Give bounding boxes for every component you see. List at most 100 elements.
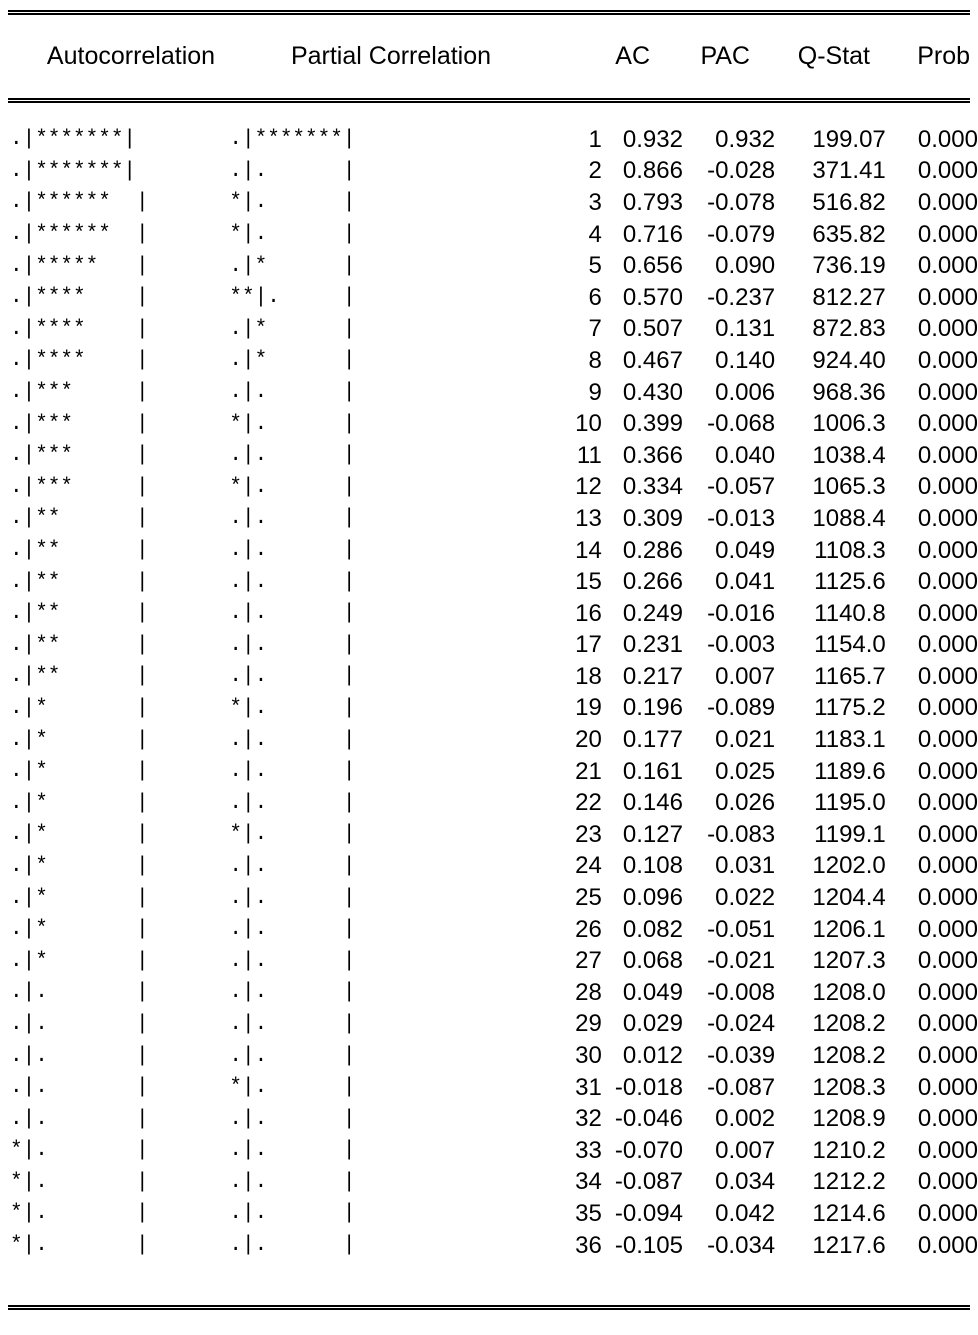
header-ac: AC	[615, 41, 650, 70]
q-stat-cell: 1208.0	[812, 978, 886, 1006]
lag-cell: 21	[575, 757, 602, 785]
pac-value-cell: 0.002	[715, 1105, 776, 1133]
pac-spark-cell: .|. |	[229, 381, 356, 405]
pac-spark-cell: .|. |	[229, 1234, 356, 1258]
pac-spark-cell: .|. |	[229, 1044, 356, 1068]
pac-value-cell: 0.041	[715, 568, 776, 596]
table-top-border	[8, 10, 970, 15]
ac-spark-cell: .|** |	[10, 507, 149, 531]
lag-cell: 33	[575, 1136, 602, 1164]
pac-value-cell: -0.068	[707, 410, 776, 438]
prob-cell: 0.000	[917, 441, 978, 469]
lag-cell: 23	[575, 820, 602, 848]
ac-value-cell: -0.046	[614, 1105, 683, 1133]
pac-value-cell: 0.049	[715, 536, 776, 564]
pac-value-cell: 0.026	[715, 789, 776, 817]
lag-cell: 19	[575, 694, 602, 722]
ac-value-cell: 0.161	[622, 757, 683, 785]
prob-cell: 0.000	[917, 1010, 978, 1038]
pac-value-cell: 0.131	[715, 315, 776, 343]
ac-value-cell: 0.399	[622, 410, 683, 438]
table-body: .|*******| .|*******| 1 0.932 0.932 199.07 0.0…	[0, 124, 978, 1261]
lag-cell: 8	[588, 346, 602, 374]
prob-cell: 0.000	[917, 852, 978, 880]
header-pac: PAC	[700, 41, 750, 70]
q-stat-cell: 1208.9	[812, 1105, 886, 1133]
lag-cell: 35	[575, 1199, 602, 1227]
pac-value-cell: -0.039	[707, 1042, 776, 1070]
q-stat-cell: 1175.2	[814, 694, 886, 722]
q-stat-cell: 1189.6	[814, 757, 886, 785]
q-stat-cell: 1154.0	[814, 631, 886, 659]
lag-cell: 11	[576, 441, 602, 469]
lag-cell: 3	[588, 188, 602, 216]
prob-cell: 0.000	[917, 631, 978, 659]
pac-spark-cell: .|. |	[229, 949, 356, 973]
q-stat-cell: 371.41	[812, 157, 886, 185]
ac-value-cell: 0.127	[622, 820, 683, 848]
ac-value-cell: 0.467	[622, 346, 683, 374]
pac-spark-cell: *|. |	[229, 412, 356, 436]
ac-spark-cell: .|** |	[10, 602, 149, 626]
ac-spark-cell: .|*** |	[10, 412, 149, 436]
q-stat-cell: 1208.2	[812, 1010, 886, 1038]
lag-cell: 24	[575, 852, 602, 880]
q-stat-cell: 1183.1	[814, 726, 886, 754]
pac-value-cell: -0.087	[707, 1073, 776, 1101]
lag-cell: 32	[575, 1105, 602, 1133]
lag-cell: 1	[588, 125, 602, 153]
prob-cell: 0.000	[917, 978, 978, 1006]
lag-cell: 22	[575, 789, 602, 817]
table-row: .|*** | .|. | 9 0.430 0.006 968.36 0.000	[0, 377, 978, 409]
pac-spark-cell: *|. |	[229, 475, 356, 499]
prob-cell: 0.000	[917, 694, 978, 722]
table-row: .|**** | .|* | 7 0.507 0.131 872.83 0.000	[0, 314, 978, 346]
pac-value-cell: -0.008	[707, 978, 776, 1006]
pac-spark-cell: *|. |	[229, 191, 356, 215]
pac-value-cell: -0.034	[707, 1231, 776, 1259]
ac-spark-cell: .|* |	[10, 791, 149, 815]
pac-spark-cell: **|. |	[229, 286, 356, 310]
q-stat-cell: 1207.3	[812, 947, 886, 975]
lag-cell: 31	[575, 1073, 602, 1101]
q-stat-cell: 872.83	[812, 315, 886, 343]
table-bottom-border	[8, 1305, 970, 1310]
ac-value-cell: 0.049	[622, 978, 683, 1006]
header-prob: Prob	[917, 41, 970, 70]
q-stat-cell: 1210.2	[812, 1136, 886, 1164]
prob-cell: 0.000	[917, 789, 978, 817]
table-row: .|****** | *|. | 4 0.716 -0.079 635.82 0.000	[0, 219, 978, 251]
pac-spark-cell: .|. |	[229, 1107, 356, 1131]
ac-spark-cell: .|. |	[10, 1044, 149, 1068]
pac-value-cell: 0.932	[715, 125, 776, 153]
pac-value-cell: 0.025	[715, 757, 776, 785]
pac-value-cell: -0.013	[707, 504, 776, 532]
ac-spark-cell: .|***** |	[10, 254, 149, 278]
q-stat-cell: 968.36	[812, 378, 886, 406]
ac-spark-cell: .|* |	[10, 696, 149, 720]
table-row: .|** | .|. | 16 0.249 -0.016 1140.8 0.000	[0, 598, 978, 630]
prob-cell: 0.000	[917, 568, 978, 596]
pac-spark-cell: .|. |	[229, 507, 356, 531]
ac-spark-cell: .|**** |	[10, 349, 149, 373]
lag-cell: 13	[575, 504, 602, 532]
prob-cell: 0.000	[917, 188, 978, 216]
q-stat-cell: 1088.4	[812, 504, 886, 532]
ac-value-cell: 0.507	[622, 315, 683, 343]
pac-value-cell: 0.022	[715, 884, 776, 912]
ac-spark-cell: .|** |	[10, 539, 149, 563]
table-row: .|. | .|. | 28 0.049 -0.008 1208.0 0.000	[0, 977, 978, 1009]
table-header-row: Autocorrelation Partial Correlation AC P…	[0, 36, 978, 76]
prob-cell: 0.000	[917, 915, 978, 943]
q-stat-cell: 1214.6	[812, 1199, 886, 1227]
q-stat-cell: 1108.3	[814, 536, 886, 564]
lag-cell: 26	[575, 915, 602, 943]
table-row: .|* | *|. | 19 0.196 -0.089 1175.2 0.000	[0, 693, 978, 725]
ac-spark-cell: .|* |	[10, 760, 149, 784]
pac-value-cell: 0.007	[715, 1136, 776, 1164]
table-row: .|**** | .|* | 8 0.467 0.140 924.40 0.000	[0, 345, 978, 377]
table-row: .|. | .|. | 30 0.012 -0.039 1208.2 0.000	[0, 1040, 978, 1072]
prob-cell: 0.000	[917, 315, 978, 343]
ac-spark-cell: .|* |	[10, 823, 149, 847]
ac-spark-cell: .|* |	[10, 886, 149, 910]
